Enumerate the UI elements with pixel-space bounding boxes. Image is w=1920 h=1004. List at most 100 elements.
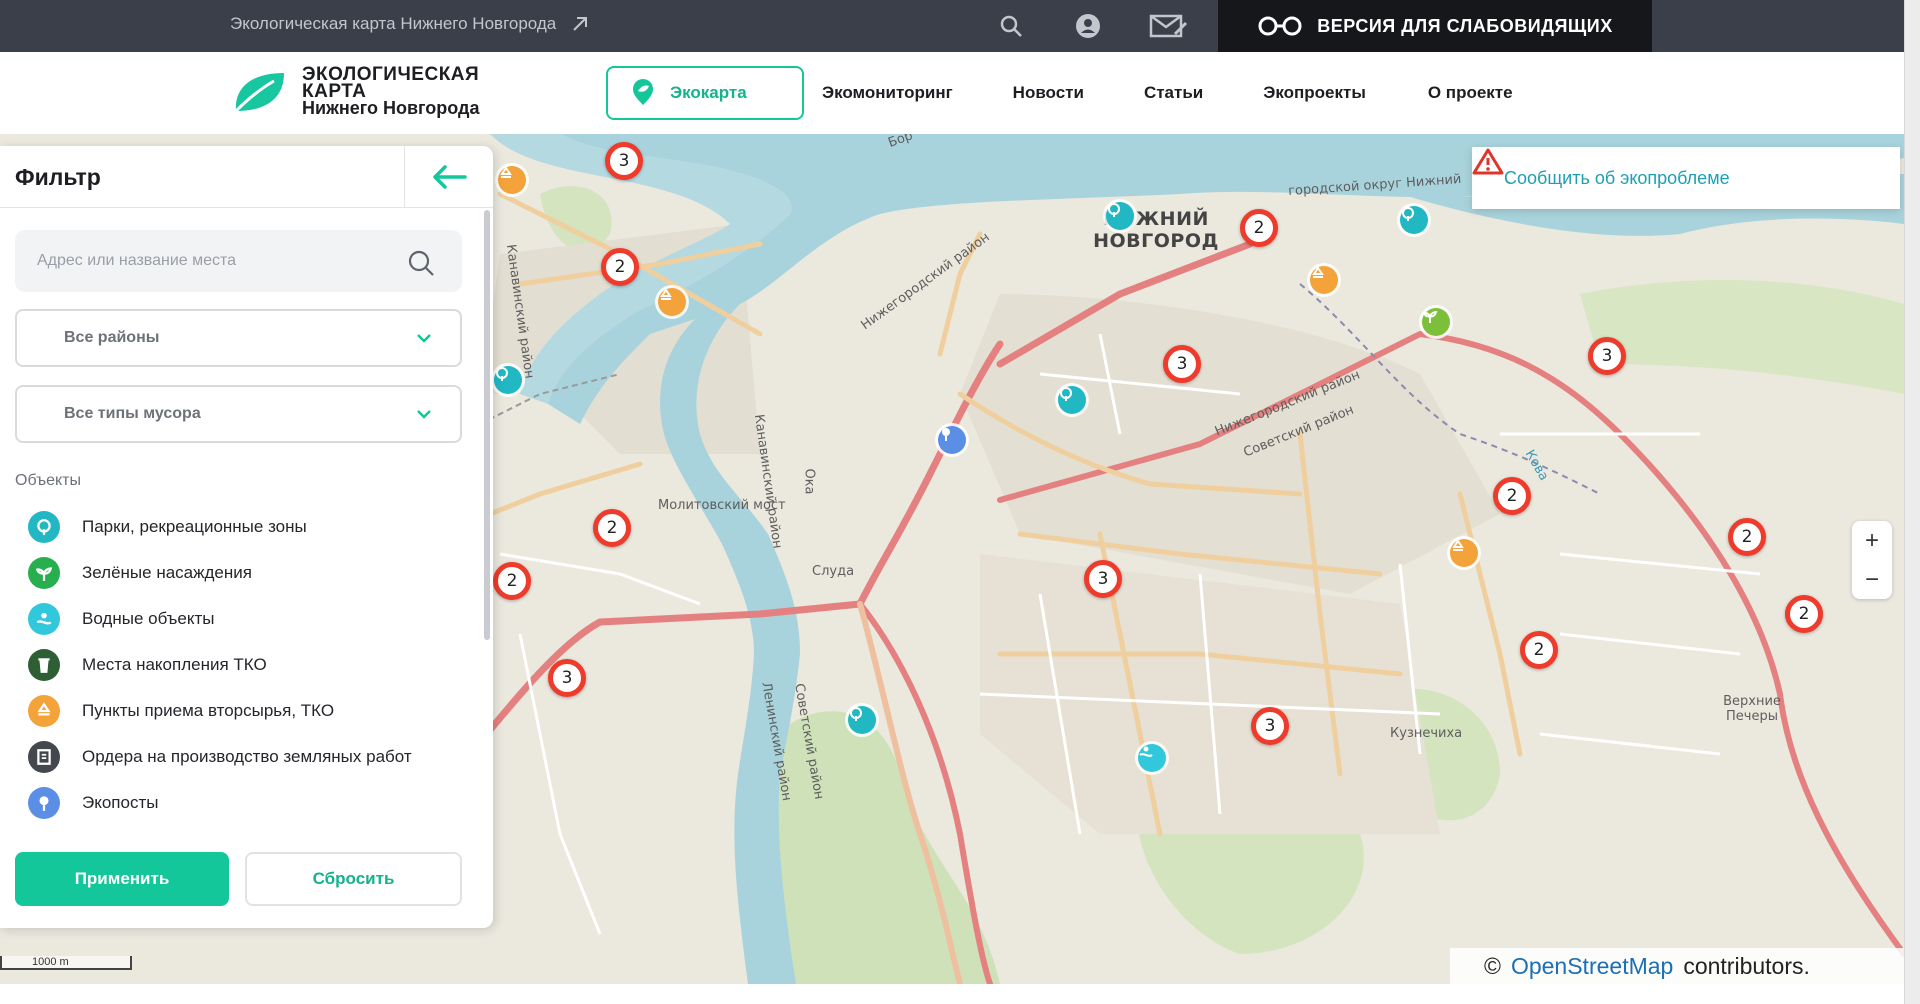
map-label-molitovsky: Молитовский мост	[658, 498, 786, 513]
waste-type-select[interactable]: Все типы мусора	[15, 385, 462, 443]
header: ЭКОЛОГИЧЕСКАЯ КАРТА Нижнего Новгорода Эк…	[0, 52, 1904, 134]
park-marker[interactable]	[1400, 206, 1428, 234]
object-label: Водные объекты	[82, 609, 215, 628]
map-cluster[interactable]: 3	[1588, 337, 1626, 375]
object-item-ecoposts[interactable]: Экопосты	[28, 780, 468, 826]
filter-scrollbar[interactable]	[484, 210, 490, 640]
object-item-green[interactable]: Зелёные насаждения	[28, 550, 468, 596]
object-item-orders[interactable]: Ордера на производство земляных работ	[28, 734, 468, 780]
park-icon	[1108, 203, 1120, 217]
map-cluster[interactable]: 3	[548, 659, 586, 697]
accessibility-button[interactable]: ВЕРСИЯ ДЛЯ СЛАБОВИДЯЩИХ	[1218, 0, 1652, 52]
filter-title: Фильтр	[15, 164, 101, 190]
warning-icon	[1472, 148, 1504, 175]
search-icon[interactable]	[996, 12, 1026, 40]
map-cluster[interactable]: 3	[1084, 560, 1122, 598]
trash-bin-icon	[28, 649, 60, 681]
district-select-value: Все районы	[64, 329, 160, 346]
search-input[interactable]	[37, 248, 397, 274]
park-icon	[28, 511, 60, 543]
map-cluster[interactable]: 2	[1240, 209, 1278, 247]
map-cluster[interactable]: 3	[1163, 345, 1201, 383]
filter-panel: Фильтр Все районы Все типы мусора Объект…	[0, 146, 493, 928]
attribution-suffix: contributors.	[1683, 952, 1810, 979]
water-icon	[1139, 746, 1153, 757]
search-icon[interactable]	[406, 248, 436, 278]
map-label-sluda: Слуда	[812, 564, 855, 579]
park-marker[interactable]	[1058, 386, 1086, 414]
recycle-marker[interactable]	[1450, 539, 1478, 567]
apply-button[interactable]: Применить	[15, 852, 229, 906]
objects-list: Парки, рекреационные зоны Зелёные насажд…	[28, 504, 468, 826]
osm-link[interactable]: OpenStreetMap	[1511, 953, 1673, 980]
object-item-parks[interactable]: Парки, рекреационные зоны	[28, 504, 468, 550]
nav-articles[interactable]: Статьи	[1144, 83, 1203, 103]
district-select[interactable]: Все районы	[15, 309, 462, 367]
external-link-icon	[573, 17, 588, 31]
leaf-logo-icon	[234, 72, 284, 112]
accessibility-label: ВЕРСИЯ ДЛЯ СЛАБОВИДЯЩИХ	[1317, 15, 1613, 36]
nav-monitoring[interactable]: Экомониторинг	[822, 83, 953, 103]
zoom-out-button[interactable]: −	[1852, 560, 1892, 599]
object-label: Зелёные насаждения	[82, 563, 252, 582]
reset-button[interactable]: Сбросить	[245, 852, 462, 906]
mail-icon[interactable]	[1148, 12, 1190, 40]
recycle-icon	[500, 166, 512, 178]
water-marker[interactable]	[1138, 744, 1166, 772]
recycle-marker[interactable]	[498, 166, 526, 194]
park-marker[interactable]	[848, 706, 876, 734]
object-item-water[interactable]: Водные объекты	[28, 596, 468, 642]
map-cluster[interactable]: 3	[1251, 707, 1289, 745]
park-marker[interactable]	[494, 366, 522, 394]
map-label-kuznechikha: Кузнечиха	[1390, 726, 1463, 741]
map-cluster[interactable]: 3	[605, 142, 643, 180]
park-icon	[850, 707, 862, 721]
map-cluster[interactable]: 2	[593, 509, 631, 547]
nav-ecomap[interactable]: Экокарта	[606, 66, 804, 120]
map-cluster[interactable]: 2	[601, 248, 639, 286]
zoom-control: + −	[1852, 521, 1892, 599]
ecopost-marker[interactable]	[938, 426, 966, 454]
object-item-recycle[interactable]: Пункты приема вторсырья, ТКО	[28, 688, 468, 734]
ecopost-icon	[28, 787, 60, 819]
page-scrollbar[interactable]	[1904, 0, 1920, 1004]
ecopost-icon	[942, 428, 950, 441]
map-cluster[interactable]: 2	[493, 562, 531, 600]
recycle-icon	[660, 288, 672, 300]
nav-news[interactable]: Новости	[1013, 83, 1084, 103]
green-planting-marker[interactable]	[1422, 308, 1450, 336]
site-link-label: Экологическая карта Нижнего Новгорода	[230, 14, 557, 33]
recycle-marker[interactable]	[1310, 266, 1338, 294]
map-cluster[interactable]: 2	[1520, 631, 1558, 669]
user-icon[interactable]	[1073, 12, 1103, 40]
park-marker[interactable]	[1106, 202, 1134, 230]
scale-bar: 1000 m	[0, 956, 132, 970]
logo-text: ЭКОЛОГИЧЕСКАЯ КАРТА Нижнего Новгорода	[302, 65, 480, 118]
chevron-down-icon	[417, 334, 431, 343]
nav-projects[interactable]: Экопроекты	[1263, 83, 1366, 103]
collapse-filter-button[interactable]	[404, 146, 493, 208]
attribution-copyright: ©	[1484, 952, 1501, 979]
water-icon	[28, 603, 60, 635]
object-item-tko[interactable]: Места накопления ТКО	[28, 642, 468, 688]
report-problem-label: Сообщить об экопроблеме	[1504, 167, 1730, 188]
report-problem-button[interactable]: Сообщить об экопроблеме	[1472, 147, 1900, 209]
main-nav: Экокарта Экомониторинг Новости Статьи Эк…	[606, 66, 1513, 120]
object-label: Пункты приема вторсырья, ТКО	[82, 701, 335, 720]
site-link[interactable]: Экологическая карта Нижнего Новгорода	[230, 14, 590, 34]
object-label: Экопосты	[82, 793, 159, 812]
object-label: Места накопления ТКО	[82, 655, 267, 674]
recycle-marker[interactable]	[658, 288, 686, 316]
map-pin-icon	[633, 79, 653, 105]
zoom-in-button[interactable]: +	[1852, 521, 1892, 560]
glasses-icon	[1258, 16, 1302, 36]
logo-line-3: Нижнего Новгорода	[302, 98, 480, 118]
sprout-icon	[28, 557, 60, 589]
park-icon	[1402, 207, 1414, 221]
map-cluster[interactable]: 2	[1785, 595, 1823, 633]
park-icon	[496, 367, 508, 381]
nav-about[interactable]: О проекте	[1428, 83, 1513, 103]
logo[interactable]: ЭКОЛОГИЧЕСКАЯ КАРТА Нижнего Новгорода	[230, 65, 480, 118]
map-cluster[interactable]: 2	[1728, 518, 1766, 556]
map-cluster[interactable]: 2	[1493, 477, 1531, 515]
